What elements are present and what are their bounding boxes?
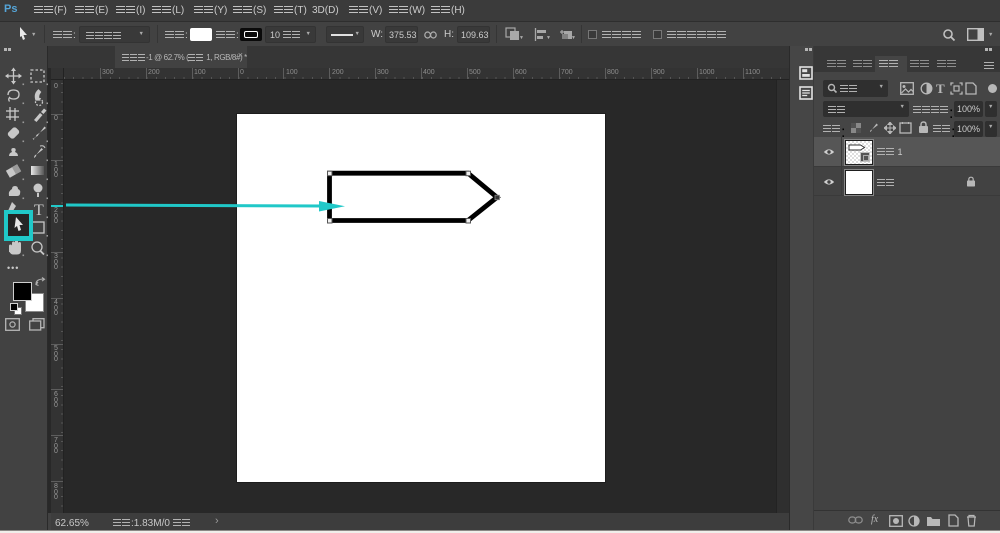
svg-text:T: T bbox=[34, 202, 44, 219]
